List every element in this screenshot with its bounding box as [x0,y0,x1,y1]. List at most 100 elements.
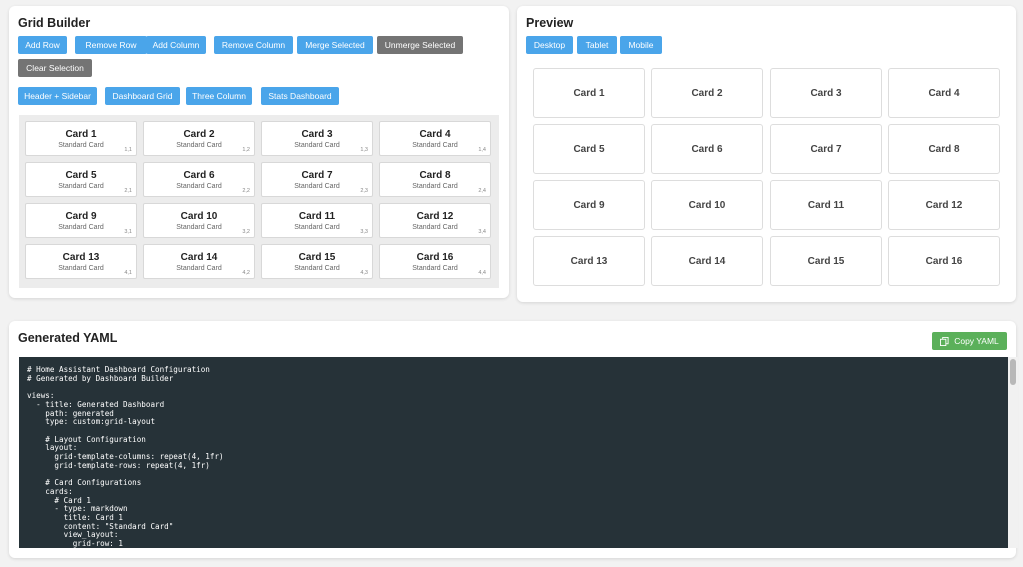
cell-position: 1,1 [124,147,132,153]
preview-card[interactable]: Card 8 [888,124,1000,174]
yaml-panel: Generated YAML Copy YAML # Home Assistan… [9,321,1018,558]
merge-selected-button[interactable]: Merge Selected [297,36,373,54]
grid-cell[interactable]: Card 4 Standard Card 1,4 [379,121,491,156]
yaml-scrollbar-thumb[interactable] [1010,359,1016,385]
add-row-button[interactable]: Add Row [18,36,67,54]
template-dashboard-grid-button[interactable]: Dashboard Grid [105,87,180,105]
cell-position: 4,3 [360,270,368,276]
yaml-title: Generated YAML [18,331,118,345]
cell-position: 1,3 [360,147,368,153]
preview-card[interactable]: Card 14 [651,236,763,286]
grid-cell[interactable]: Card 9 Standard Card 3,1 [25,203,137,238]
grid-cell[interactable]: Card 1 Standard Card 1,1 [25,121,137,156]
cell-position: 2,2 [242,188,250,194]
cell-title: Card 8 [419,170,451,181]
preview-card[interactable]: Card 2 [651,68,763,118]
cell-position: 3,1 [124,229,132,235]
copy-icon [940,336,949,346]
preview-title: Preview [526,16,574,30]
cell-position: 3,2 [242,229,250,235]
grid-cell[interactable]: Card 3 Standard Card 1,3 [261,121,373,156]
template-header-sidebar-button[interactable]: Header + Sidebar [18,87,97,105]
preview-card[interactable]: Card 16 [888,236,1000,286]
cell-subtitle: Standard Card [58,224,104,231]
preview-panel: Preview Desktop Tablet Mobile Card 1 Car… [517,6,1016,302]
cell-position: 2,3 [360,188,368,194]
cell-title: Card 5 [65,170,97,181]
remove-column-button[interactable]: Remove Column [214,36,293,54]
cell-subtitle: Standard Card [294,265,340,272]
cell-subtitle: Standard Card [176,265,222,272]
grid-cell[interactable]: Card 15 Standard Card 4,3 [261,244,373,279]
cell-subtitle: Standard Card [294,224,340,231]
preview-card[interactable]: Card 9 [533,180,645,230]
grid-builder-panel: Grid Builder Add Row Remove Row Add Colu… [9,6,509,298]
grid-cell[interactable]: Card 14 Standard Card 4,2 [143,244,255,279]
preview-card[interactable]: Card 10 [651,180,763,230]
preview-card[interactable]: Card 3 [770,68,882,118]
cell-title: Card 2 [183,129,215,140]
cell-title: Card 6 [183,170,215,181]
preview-card[interactable]: Card 13 [533,236,645,286]
device-mobile-button[interactable]: Mobile [620,36,662,54]
cell-subtitle: Standard Card [412,183,458,190]
yaml-code: # Home Assistant Dashboard Configuration… [27,365,224,548]
cell-position: 1,4 [478,147,486,153]
cell-title: Card 13 [62,252,100,263]
preview-card[interactable]: Card 7 [770,124,882,174]
device-desktop-button[interactable]: Desktop [526,36,573,54]
template-three-column-button[interactable]: Three Column [186,87,252,105]
remove-row-button[interactable]: Remove Row [75,36,147,54]
cell-title: Card 1 [65,129,97,140]
grid-cell[interactable]: Card 2 Standard Card 1,2 [143,121,255,156]
preview-card[interactable]: Card 15 [770,236,882,286]
grid-cell[interactable]: Card 6 Standard Card 2,2 [143,162,255,197]
grid-cell[interactable]: Card 10 Standard Card 3,2 [143,203,255,238]
copy-yaml-button[interactable]: Copy YAML [932,332,1007,350]
grid-cell[interactable]: Card 8 Standard Card 2,4 [379,162,491,197]
cell-subtitle: Standard Card [294,142,340,149]
cell-title: Card 15 [298,252,336,263]
cell-title: Card 12 [416,211,454,222]
cell-subtitle: Standard Card [176,224,222,231]
template-stats-dashboard-button[interactable]: Stats Dashboard [261,87,339,105]
preview-card[interactable]: Card 6 [651,124,763,174]
grid-cell[interactable]: Card 5 Standard Card 2,1 [25,162,137,197]
cell-title: Card 10 [180,211,218,222]
grid-cell[interactable]: Card 13 Standard Card 4,1 [25,244,137,279]
cell-position: 3,4 [478,229,486,235]
cell-title: Card 7 [301,170,333,181]
cell-title: Card 9 [65,211,97,222]
cell-subtitle: Standard Card [176,183,222,190]
cell-subtitle: Standard Card [412,265,458,272]
cell-title: Card 3 [301,129,333,140]
cell-subtitle: Standard Card [58,183,104,190]
grid-cell[interactable]: Card 7 Standard Card 2,3 [261,162,373,197]
yaml-code-block[interactable]: # Home Assistant Dashboard Configuration… [19,357,1008,548]
cell-subtitle: Standard Card [176,142,222,149]
cell-subtitle: Standard Card [412,142,458,149]
clear-selection-button[interactable]: Clear Selection [18,59,92,77]
builder-grid: Card 1 Standard Card 1,1 Card 2 Standard Ca… [19,115,499,288]
preview-card[interactable]: Card 4 [888,68,1000,118]
unmerge-selected-button[interactable]: Unmerge Selected [377,36,463,54]
preview-card[interactable]: Card 12 [888,180,1000,230]
cell-title: Card 14 [180,252,218,263]
cell-title: Card 16 [416,252,454,263]
device-tablet-button[interactable]: Tablet [577,36,617,54]
cell-position: 2,1 [124,188,132,194]
cell-title: Card 11 [298,211,336,222]
yaml-scrollbar[interactable] [1008,357,1018,548]
preview-card[interactable]: Card 11 [770,180,882,230]
grid-cell[interactable]: Card 12 Standard Card 3,4 [379,203,491,238]
add-column-button[interactable]: Add Column [146,36,206,54]
preview-card[interactable]: Card 1 [533,68,645,118]
cell-position: 4,1 [124,270,132,276]
preview-card[interactable]: Card 5 [533,124,645,174]
grid-cell[interactable]: Card 11 Standard Card 3,3 [261,203,373,238]
cell-subtitle: Standard Card [294,183,340,190]
grid-cell[interactable]: Card 16 Standard Card 4,4 [379,244,491,279]
cell-position: 3,3 [360,229,368,235]
cell-subtitle: Standard Card [58,265,104,272]
grid-builder-title: Grid Builder [18,16,91,30]
